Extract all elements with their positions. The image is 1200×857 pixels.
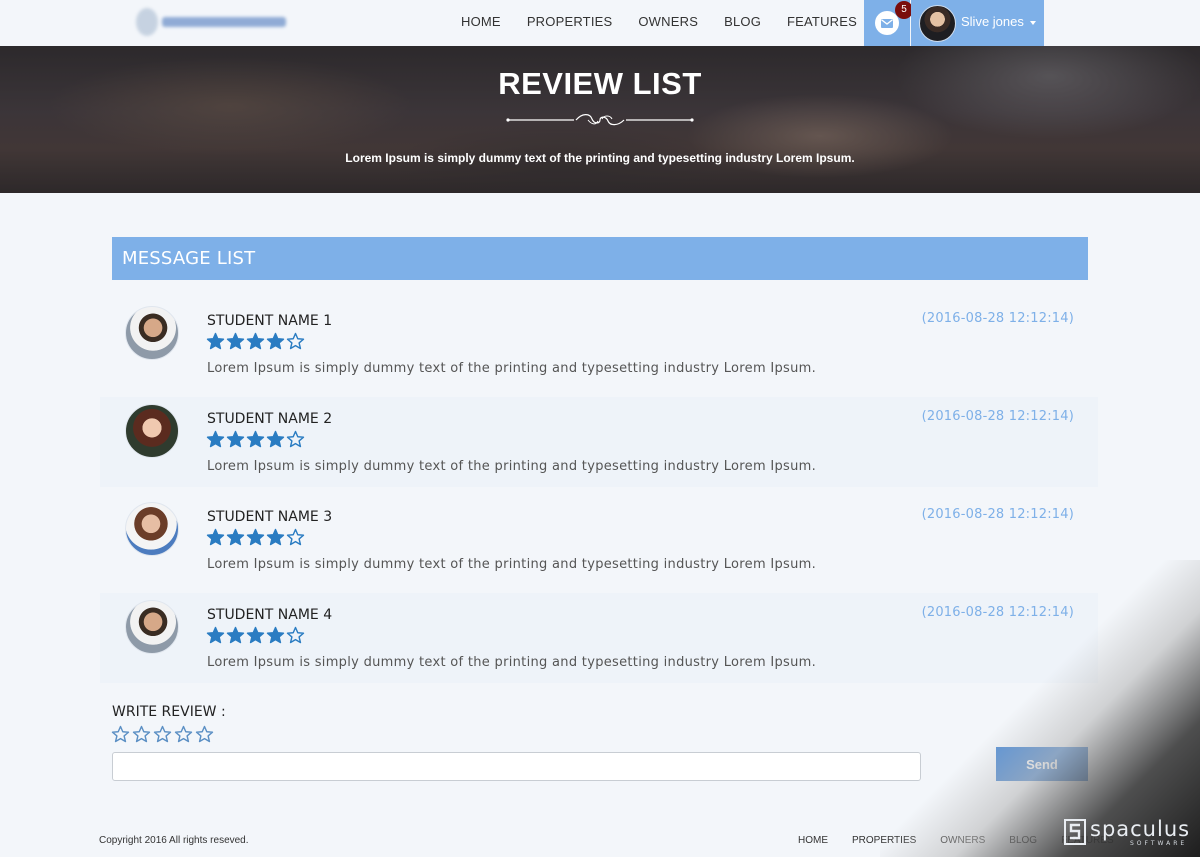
message-list-header: MESSAGE LIST bbox=[112, 237, 1088, 280]
top-navbar: HOME PROPERTIES OWNERS BLOG FEATURES 5 S… bbox=[0, 0, 1200, 46]
copyright-text: Copyright 2016 All rights reseved. bbox=[99, 835, 249, 846]
footer-link-home[interactable]: HOME bbox=[786, 835, 840, 846]
nav-home[interactable]: HOME bbox=[448, 0, 514, 46]
star-icon bbox=[206, 332, 226, 350]
nav-owners[interactable]: OWNERS bbox=[625, 0, 711, 46]
logo-wordmark bbox=[162, 17, 286, 27]
star-rating bbox=[206, 528, 306, 546]
review-input[interactable] bbox=[112, 752, 921, 781]
hero-banner: REVIEW LIST Lorem Ipsum is simply dummy … bbox=[0, 46, 1200, 193]
footer-nav: HOME PROPERTIES OWNERS BLOG FEATURES bbox=[786, 835, 1126, 846]
star-icon bbox=[246, 528, 266, 546]
review-date: (2016-08-28 12:12:14) bbox=[921, 507, 1074, 522]
review-row: STUDENT NAME 2 Lorem Ipsum is simply dum… bbox=[100, 397, 1098, 487]
user-menu-button[interactable]: Slive jones bbox=[911, 0, 1044, 46]
avatar bbox=[125, 306, 179, 360]
star-rating bbox=[206, 626, 306, 644]
review-date: (2016-08-28 12:12:14) bbox=[921, 409, 1074, 424]
hero-subtitle: Lorem Ipsum is simply dummy text of the … bbox=[345, 151, 855, 165]
nav-features[interactable]: FEATURES bbox=[774, 0, 870, 46]
star-icon bbox=[226, 528, 246, 546]
star-icon bbox=[286, 430, 306, 448]
review-row: STUDENT NAME 3 Lorem Ipsum is simply dum… bbox=[100, 495, 1098, 585]
avatar bbox=[919, 5, 956, 42]
message-list-title: MESSAGE LIST bbox=[122, 248, 256, 269]
star-icon bbox=[206, 626, 226, 644]
avatar bbox=[125, 404, 179, 458]
avatar bbox=[125, 600, 179, 654]
star-icon[interactable] bbox=[174, 725, 195, 745]
star-icon[interactable] bbox=[132, 725, 153, 745]
star-icon bbox=[266, 332, 286, 350]
messages-button[interactable]: 5 bbox=[864, 0, 913, 46]
review-text: Lorem Ipsum is simply dummy text of the … bbox=[207, 557, 817, 572]
review-date: (2016-08-28 12:12:14) bbox=[921, 605, 1074, 620]
reviewer-name: STUDENT NAME 2 bbox=[207, 411, 333, 427]
reviewer-name: STUDENT NAME 1 bbox=[207, 313, 333, 329]
footer-link-properties[interactable]: PROPERTIES bbox=[840, 835, 928, 846]
star-icon bbox=[206, 528, 226, 546]
avatar bbox=[125, 502, 179, 556]
write-review-label: WRITE REVIEW : bbox=[112, 704, 226, 720]
star-icon bbox=[226, 430, 246, 448]
reviewer-name: STUDENT NAME 3 bbox=[207, 509, 333, 525]
star-icon[interactable] bbox=[153, 725, 174, 745]
footer-link-features[interactable]: FEATURES bbox=[1049, 835, 1126, 846]
star-rating bbox=[206, 332, 306, 350]
watermark-sub: SOFTWARE bbox=[1130, 840, 1188, 847]
star-rating bbox=[206, 430, 306, 448]
page-title: REVIEW LIST bbox=[498, 66, 702, 101]
review-text: Lorem Ipsum is simply dummy text of the … bbox=[207, 361, 817, 376]
star-icon bbox=[286, 528, 306, 546]
site-logo[interactable] bbox=[124, 4, 304, 42]
main-nav: HOME PROPERTIES OWNERS BLOG FEATURES bbox=[448, 0, 870, 46]
star-icon bbox=[226, 332, 246, 350]
star-icon[interactable] bbox=[111, 725, 132, 745]
star-icon bbox=[286, 626, 306, 644]
review-row: STUDENT NAME 1 Lorem Ipsum is simply dum… bbox=[100, 299, 1098, 389]
review-row: STUDENT NAME 4 Lorem Ipsum is simply dum… bbox=[100, 593, 1098, 683]
star-icon bbox=[246, 332, 266, 350]
star-icon bbox=[246, 626, 266, 644]
nav-blog[interactable]: BLOG bbox=[711, 0, 774, 46]
write-review-rating[interactable] bbox=[111, 725, 216, 745]
divider-ornament-icon bbox=[506, 114, 694, 126]
review-text: Lorem Ipsum is simply dummy text of the … bbox=[207, 655, 817, 670]
footer-link-blog[interactable]: BLOG bbox=[997, 835, 1049, 846]
review-date: (2016-08-28 12:12:14) bbox=[921, 311, 1074, 326]
nav-properties[interactable]: PROPERTIES bbox=[514, 0, 626, 46]
user-name: Slive jones bbox=[961, 14, 1024, 29]
send-button[interactable]: Send bbox=[996, 747, 1088, 781]
map-pin-icon bbox=[136, 8, 158, 36]
star-icon bbox=[266, 528, 286, 546]
reviewer-name: STUDENT NAME 4 bbox=[207, 607, 333, 623]
star-icon bbox=[266, 430, 286, 448]
star-icon[interactable] bbox=[195, 725, 216, 745]
star-icon bbox=[206, 430, 226, 448]
footer-link-owners[interactable]: OWNERS bbox=[928, 835, 997, 846]
star-icon bbox=[246, 430, 266, 448]
star-icon bbox=[266, 626, 286, 644]
star-icon bbox=[226, 626, 246, 644]
star-icon bbox=[286, 332, 306, 350]
review-text: Lorem Ipsum is simply dummy text of the … bbox=[207, 459, 817, 474]
caret-down-icon bbox=[1030, 21, 1036, 25]
